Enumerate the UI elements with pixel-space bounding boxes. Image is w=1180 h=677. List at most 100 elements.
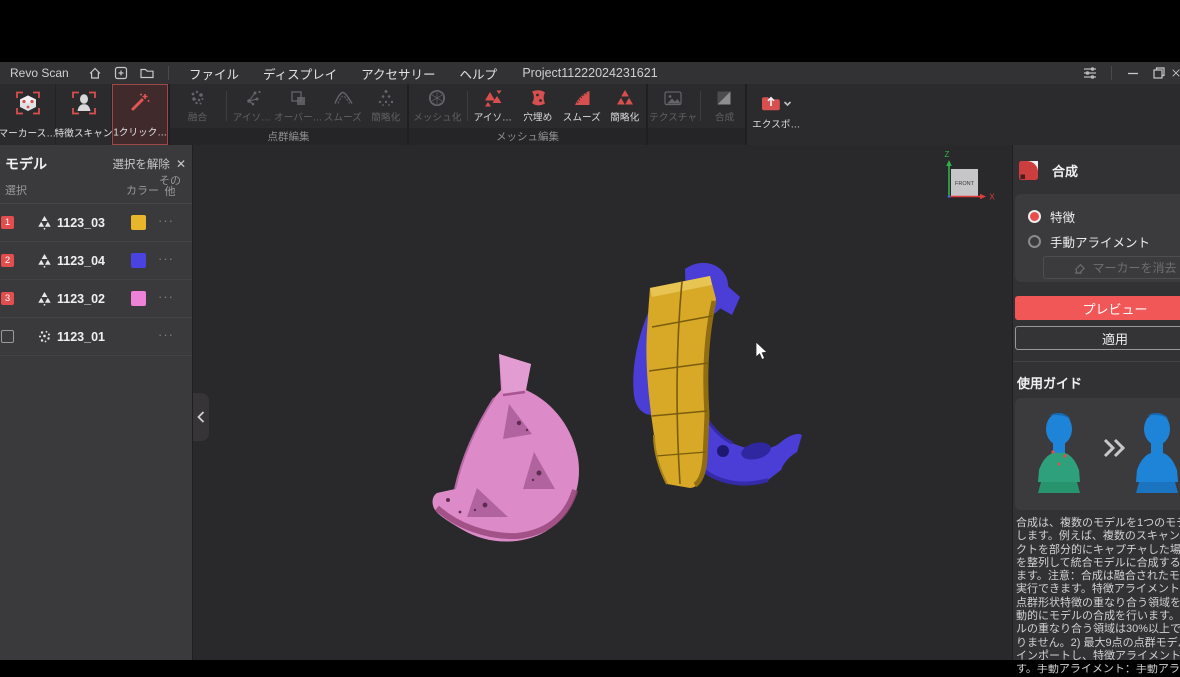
model-row-1123_03[interactable]: 1 1123_03 ··· xyxy=(0,204,192,242)
pc-isolated-button[interactable]: アイソ… xyxy=(229,84,275,128)
toolbar: マーカース… 特徴スキャン 1クリック… 融合 xyxy=(0,84,1180,145)
panel-divider xyxy=(1013,361,1180,362)
radio-unselected-icon[interactable] xyxy=(1028,235,1041,248)
toolbar-button-label: 1クリック… xyxy=(113,126,167,140)
mesh-create-button[interactable]: メッシュ化 xyxy=(409,84,465,128)
mesh-simplify-button[interactable]: 簡略化 xyxy=(604,84,646,128)
model-row-1123_01[interactable]: 1123_01 ··· xyxy=(0,318,192,356)
menu-display[interactable]: ディスプレイ xyxy=(251,64,349,83)
merge-panel-icon xyxy=(1017,159,1040,182)
model-panel: モデル 選択を解除 ✕ 選択 カラー その他 1 1123_03 ··· 2 1… xyxy=(0,145,193,660)
mesh-create-icon xyxy=(426,87,448,109)
axis-gizmo[interactable]: FRONT Z X xyxy=(930,148,1000,208)
toolbar-button-label: エクスポ… xyxy=(752,118,800,132)
mesh-smooth-icon xyxy=(571,87,593,109)
mesh-smooth-button[interactable]: スムーズ xyxy=(560,84,604,128)
panel-collapse-handle[interactable] xyxy=(193,393,209,441)
selection-order-badge[interactable]: 1 xyxy=(1,216,14,229)
row-menu-button[interactable]: ··· xyxy=(158,327,174,342)
feature-scan-icon xyxy=(70,89,98,117)
clear-markers-button[interactable]: マーカーを消去 xyxy=(1043,256,1180,279)
pc-simplify-button[interactable]: 簡略化 xyxy=(365,84,407,128)
texture-group-label xyxy=(648,128,745,145)
double-chevron-right-icon xyxy=(1105,440,1123,456)
marker-scan-icon xyxy=(14,89,42,117)
menu-file[interactable]: ファイル xyxy=(177,64,251,83)
controls-separator xyxy=(1111,66,1112,80)
color-swatch[interactable] xyxy=(131,291,146,306)
viewport-3d[interactable]: FRONT Z X xyxy=(193,145,1012,660)
usage-guide-title: 使用ガイド xyxy=(1017,373,1082,392)
home-icon[interactable] xyxy=(84,65,106,81)
pc-smooth-icon xyxy=(332,87,354,109)
fuse-icon xyxy=(186,87,208,109)
toolbar-button-label: アイソ… xyxy=(474,111,512,125)
preview-button[interactable]: プレビュー xyxy=(1015,296,1180,320)
mesh-simplify-icon xyxy=(614,87,636,109)
pointcloud-edit-group: 融合 アイソ… オーバー… xyxy=(168,84,407,145)
model-name: 1123_03 xyxy=(57,216,105,230)
row-menu-button[interactable]: ··· xyxy=(158,213,174,228)
deselect-all-button[interactable]: 選択を解除 xyxy=(112,156,170,172)
feature-scan-button[interactable]: 特徴スキャン xyxy=(56,84,112,145)
selection-order-badge[interactable]: 2 xyxy=(1,254,14,267)
gizmo-front-label: FRONT xyxy=(955,181,975,187)
merge-button[interactable]: 合成 xyxy=(703,84,745,128)
model-name: 1123_01 xyxy=(57,330,105,344)
minimize-button[interactable] xyxy=(1120,62,1146,84)
group-divider xyxy=(467,91,468,121)
model-yellow-1123_03[interactable] xyxy=(646,276,716,488)
radio-selected-icon[interactable] xyxy=(1028,210,1041,223)
restore-button[interactable] xyxy=(1146,62,1172,84)
alignment-options-card: 特徴 手動アライメント マーカーを消去 xyxy=(1015,194,1180,282)
settings-tune-icon[interactable] xyxy=(1077,62,1103,84)
model-checkbox[interactable] xyxy=(1,330,14,343)
mesh-model-icon xyxy=(36,291,53,312)
toolbar-button-label: 簡略化 xyxy=(611,111,640,125)
toolbar-button-label: スムーズ xyxy=(324,111,362,125)
top-letterbox xyxy=(0,0,1180,62)
row-menu-button[interactable]: ··· xyxy=(158,289,174,304)
pointcloud-model-icon xyxy=(36,329,53,350)
merge-panel-title: 合成 xyxy=(1052,161,1078,180)
bottom-letterbox xyxy=(0,660,1180,664)
radio-label: 手動アライメント xyxy=(1050,232,1150,251)
menu-accessory[interactable]: アクセサリー xyxy=(349,64,447,83)
selection-order-badge[interactable]: 3 xyxy=(1,292,14,305)
one-click-button[interactable]: 1クリック… xyxy=(112,84,168,145)
gizmo-x-label: X xyxy=(989,193,995,202)
model-pink-1123_02[interactable] xyxy=(415,340,595,560)
color-swatch[interactable] xyxy=(131,253,146,268)
row-menu-button[interactable]: ··· xyxy=(158,251,174,266)
pc-smooth-button[interactable]: スムーズ xyxy=(321,84,365,128)
model-row-1123_02[interactable]: 3 1123_02 ··· xyxy=(0,280,192,318)
new-project-icon[interactable] xyxy=(110,65,132,81)
menu-help[interactable]: ヘルプ xyxy=(448,64,510,83)
toolbar-button-label: スムーズ xyxy=(563,111,601,125)
model-name: 1123_04 xyxy=(57,254,105,268)
chevron-left-icon xyxy=(197,411,205,423)
radio-manual-alignment[interactable]: 手動アライメント xyxy=(1028,232,1150,251)
toolbar-button-label: マーカース… xyxy=(0,127,56,141)
titlebar-separator xyxy=(168,66,169,80)
column-other: その他 xyxy=(155,176,185,198)
texture-button[interactable]: テクスチャ xyxy=(648,84,698,128)
radio-feature-alignment[interactable]: 特徴 xyxy=(1028,207,1075,226)
toolbar-button-label: テクスチャ xyxy=(649,111,697,125)
toolbar-button-label: 穴埋め xyxy=(524,111,553,125)
model-blue-yellow-group[interactable] xyxy=(610,255,810,505)
open-folder-icon[interactable] xyxy=(136,65,158,81)
mesh-fill-button[interactable]: 穴埋め xyxy=(516,84,560,128)
apply-button[interactable]: 適用 xyxy=(1015,326,1180,350)
pc-overlap-button[interactable]: オーバー… xyxy=(275,84,321,128)
fuse-button[interactable]: 融合 xyxy=(170,84,224,128)
marker-scan-button[interactable]: マーカース… xyxy=(0,84,56,145)
mesh-isolated-button[interactable]: アイソ… xyxy=(470,84,516,128)
mouse-cursor xyxy=(755,342,769,362)
close-icon[interactable]: ✕ xyxy=(176,157,186,171)
export-button[interactable]: エクスポ… xyxy=(747,89,805,143)
toolbar-button-label: 融合 xyxy=(187,111,206,125)
model-row-1123_04[interactable]: 2 1123_04 ··· xyxy=(0,242,192,280)
color-swatch[interactable] xyxy=(131,215,146,230)
close-button[interactable] xyxy=(1172,62,1180,84)
